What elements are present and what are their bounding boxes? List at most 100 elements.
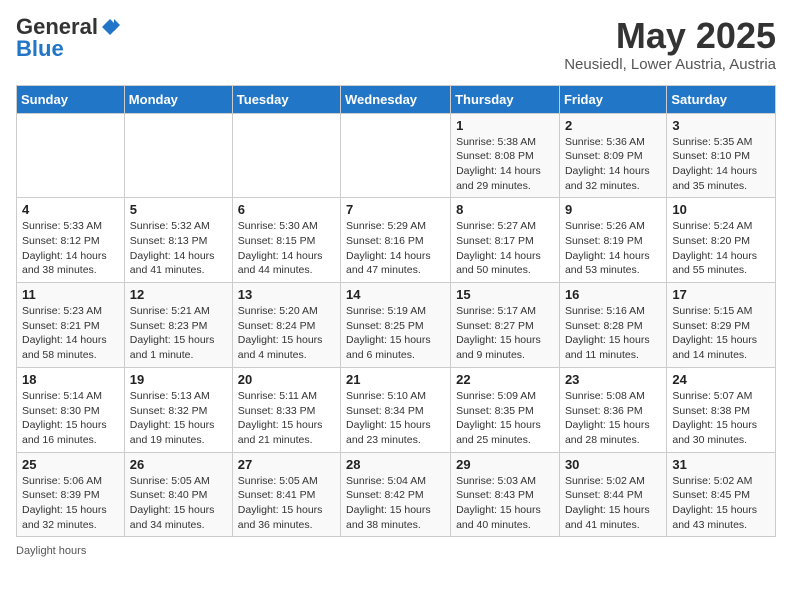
calendar-cell: 10 Sunrise: 5:24 AM Sunset: 8:20 PM Dayli…	[667, 198, 776, 283]
day-number: 20	[238, 372, 335, 387]
calendar-table: SundayMondayTuesdayWednesdayThursdayFrid…	[16, 85, 776, 538]
calendar-cell: 30Sunrise: 5:02 AM Sunset: 8:44 PM Dayli…	[559, 452, 666, 537]
day-number: 31	[672, 457, 770, 472]
calendar-cell: 3Sunrise: 5:35 AM Sunset: 8:10 PM Daylig…	[667, 113, 776, 198]
calendar-cell	[341, 113, 451, 198]
calendar-cell: 5 Sunrise: 5:32 AM Sunset: 8:13 PM Daylig…	[124, 198, 232, 283]
calendar-cell: 12 Sunrise: 5:21 AM Sunset: 8:23 PM Dayli…	[124, 283, 232, 368]
day-number: 15	[456, 287, 554, 302]
day-info: Sunrise: 5:29 AM Sunset: 8:16 PM Dayligh…	[346, 219, 445, 278]
calendar-cell: 17 Sunrise: 5:15 AM Sunset: 8:29 PM Dayli…	[667, 283, 776, 368]
calendar-cell: 28Sunrise: 5:04 AM Sunset: 8:42 PM Dayli…	[341, 452, 451, 537]
day-info: Sunrise: 5:06 AM Sunset: 8:39 PM Dayligh…	[22, 474, 119, 533]
footer-label: Daylight hours	[16, 545, 86, 557]
day-number: 6	[238, 202, 335, 217]
calendar-cell: 15Sunrise: 5:17 AM Sunset: 8:27 PM Dayli…	[451, 283, 560, 368]
calendar-cell: 16 Sunrise: 5:16 AM Sunset: 8:28 PM Dayli…	[559, 283, 666, 368]
calendar-cell: 24 Sunrise: 5:07 AM Sunset: 8:38 PM Dayli…	[667, 367, 776, 452]
day-info: Sunrise: 5:13 AM Sunset: 8:32 PM Dayligh…	[130, 389, 227, 448]
day-info: Sunrise: 5:20 AM Sunset: 8:24 PM Dayligh…	[238, 304, 335, 363]
calendar-cell: 14 Sunrise: 5:19 AM Sunset: 8:25 PM Dayli…	[341, 283, 451, 368]
column-header-saturday: Saturday	[667, 85, 776, 113]
day-number: 12	[130, 287, 227, 302]
day-info: Sunrise: 5:10 AM Sunset: 8:34 PM Dayligh…	[346, 389, 445, 448]
day-info: Sunrise: 5:07 AM Sunset: 8:38 PM Dayligh…	[672, 389, 770, 448]
day-info: Sunrise: 5:16 AM Sunset: 8:28 PM Dayligh…	[565, 304, 661, 363]
day-info: Sunrise: 5:26 AM Sunset: 8:19 PM Dayligh…	[565, 219, 661, 278]
day-number: 2	[565, 118, 661, 133]
day-number: 7	[346, 202, 445, 217]
calendar-cell: 26 Sunrise: 5:05 AM Sunset: 8:40 PM Dayli…	[124, 452, 232, 537]
calendar-week-row: 11 Sunrise: 5:23 AM Sunset: 8:21 PM Dayli…	[17, 283, 776, 368]
calendar-cell	[124, 113, 232, 198]
day-info: Sunrise: 5:23 AM Sunset: 8:21 PM Dayligh…	[22, 304, 119, 363]
calendar-cell: 7 Sunrise: 5:29 AM Sunset: 8:16 PM Daylig…	[341, 198, 451, 283]
calendar-cell: 8 Sunrise: 5:27 AM Sunset: 8:17 PM Daylig…	[451, 198, 560, 283]
calendar-cell: 31Sunrise: 5:02 AM Sunset: 8:45 PM Dayli…	[667, 452, 776, 537]
day-info: Sunrise: 5:03 AM Sunset: 8:43 PM Dayligh…	[456, 474, 554, 533]
calendar-week-row: 4 Sunrise: 5:33 AM Sunset: 8:12 PM Daylig…	[17, 198, 776, 283]
calendar-cell: 18 Sunrise: 5:14 AM Sunset: 8:30 PM Dayli…	[17, 367, 125, 452]
column-header-friday: Friday	[559, 85, 666, 113]
day-info: Sunrise: 5:38 AM Sunset: 8:08 PM Dayligh…	[456, 135, 554, 194]
day-info: Sunrise: 5:15 AM Sunset: 8:29 PM Dayligh…	[672, 304, 770, 363]
day-info: Sunrise: 5:08 AM Sunset: 8:36 PM Dayligh…	[565, 389, 661, 448]
day-info: Sunrise: 5:32 AM Sunset: 8:13 PM Dayligh…	[130, 219, 227, 278]
location-subtitle: Neusiedl, Lower Austria, Austria	[564, 56, 776, 73]
day-info: Sunrise: 5:24 AM Sunset: 8:20 PM Dayligh…	[672, 219, 770, 278]
day-number: 10	[672, 202, 770, 217]
day-info: Sunrise: 5:09 AM Sunset: 8:35 PM Dayligh…	[456, 389, 554, 448]
day-number: 1	[456, 118, 554, 133]
day-number: 22	[456, 372, 554, 387]
day-number: 25	[22, 457, 119, 472]
calendar-week-row: 25 Sunrise: 5:06 AM Sunset: 8:39 PM Dayli…	[17, 452, 776, 537]
day-info: Sunrise: 5:05 AM Sunset: 8:40 PM Dayligh…	[130, 474, 227, 533]
day-info: Sunrise: 5:14 AM Sunset: 8:30 PM Dayligh…	[22, 389, 119, 448]
calendar-cell: 11 Sunrise: 5:23 AM Sunset: 8:21 PM Dayli…	[17, 283, 125, 368]
day-number: 30	[565, 457, 661, 472]
day-number: 11	[22, 287, 119, 302]
calendar-cell: 9 Sunrise: 5:26 AM Sunset: 8:19 PM Daylig…	[559, 198, 666, 283]
column-header-tuesday: Tuesday	[232, 85, 340, 113]
calendar-cell: 6Sunrise: 5:30 AM Sunset: 8:15 PM Daylig…	[232, 198, 340, 283]
title-block: May 2025 Neusiedl, Lower Austria, Austri…	[564, 16, 776, 73]
day-info: Sunrise: 5:19 AM Sunset: 8:25 PM Dayligh…	[346, 304, 445, 363]
day-number: 29	[456, 457, 554, 472]
day-number: 13	[238, 287, 335, 302]
column-header-thursday: Thursday	[451, 85, 560, 113]
day-number: 21	[346, 372, 445, 387]
calendar-cell: 2 Sunrise: 5:36 AM Sunset: 8:09 PM Daylig…	[559, 113, 666, 198]
day-number: 23	[565, 372, 661, 387]
calendar-cell: 19Sunrise: 5:13 AM Sunset: 8:32 PM Dayli…	[124, 367, 232, 452]
day-number: 14	[346, 287, 445, 302]
logo-general: General	[16, 16, 98, 38]
day-number: 26	[130, 457, 227, 472]
calendar-cell: 1 Sunrise: 5:38 AM Sunset: 8:08 PM Daylig…	[451, 113, 560, 198]
day-number: 17	[672, 287, 770, 302]
calendar-header-row: SundayMondayTuesdayWednesdayThursdayFrid…	[17, 85, 776, 113]
day-number: 4	[22, 202, 119, 217]
calendar-cell: 22 Sunrise: 5:09 AM Sunset: 8:35 PM Dayli…	[451, 367, 560, 452]
day-info: Sunrise: 5:21 AM Sunset: 8:23 PM Dayligh…	[130, 304, 227, 363]
day-number: 27	[238, 457, 335, 472]
calendar-cell: 29 Sunrise: 5:03 AM Sunset: 8:43 PM Dayli…	[451, 452, 560, 537]
day-number: 3	[672, 118, 770, 133]
day-number: 16	[565, 287, 661, 302]
calendar-week-row: 18 Sunrise: 5:14 AM Sunset: 8:30 PM Dayli…	[17, 367, 776, 452]
column-header-monday: Monday	[124, 85, 232, 113]
calendar-cell: 27 Sunrise: 5:05 AM Sunset: 8:41 PM Dayli…	[232, 452, 340, 537]
day-number: 9	[565, 202, 661, 217]
calendar-cell	[232, 113, 340, 198]
day-number: 24	[672, 372, 770, 387]
day-info: Sunrise: 5:11 AM Sunset: 8:33 PM Dayligh…	[238, 389, 335, 448]
day-number: 18	[22, 372, 119, 387]
day-info: Sunrise: 5:05 AM Sunset: 8:41 PM Dayligh…	[238, 474, 335, 533]
calendar-cell: 4 Sunrise: 5:33 AM Sunset: 8:12 PM Daylig…	[17, 198, 125, 283]
day-info: Sunrise: 5:33 AM Sunset: 8:12 PM Dayligh…	[22, 219, 119, 278]
calendar-cell: 20 Sunrise: 5:11 AM Sunset: 8:33 PM Dayli…	[232, 367, 340, 452]
day-number: 8	[456, 202, 554, 217]
logo-icon	[100, 17, 120, 37]
day-info: Sunrise: 5:36 AM Sunset: 8:09 PM Dayligh…	[565, 135, 661, 194]
day-number: 5	[130, 202, 227, 217]
day-info: Sunrise: 5:27 AM Sunset: 8:17 PM Dayligh…	[456, 219, 554, 278]
